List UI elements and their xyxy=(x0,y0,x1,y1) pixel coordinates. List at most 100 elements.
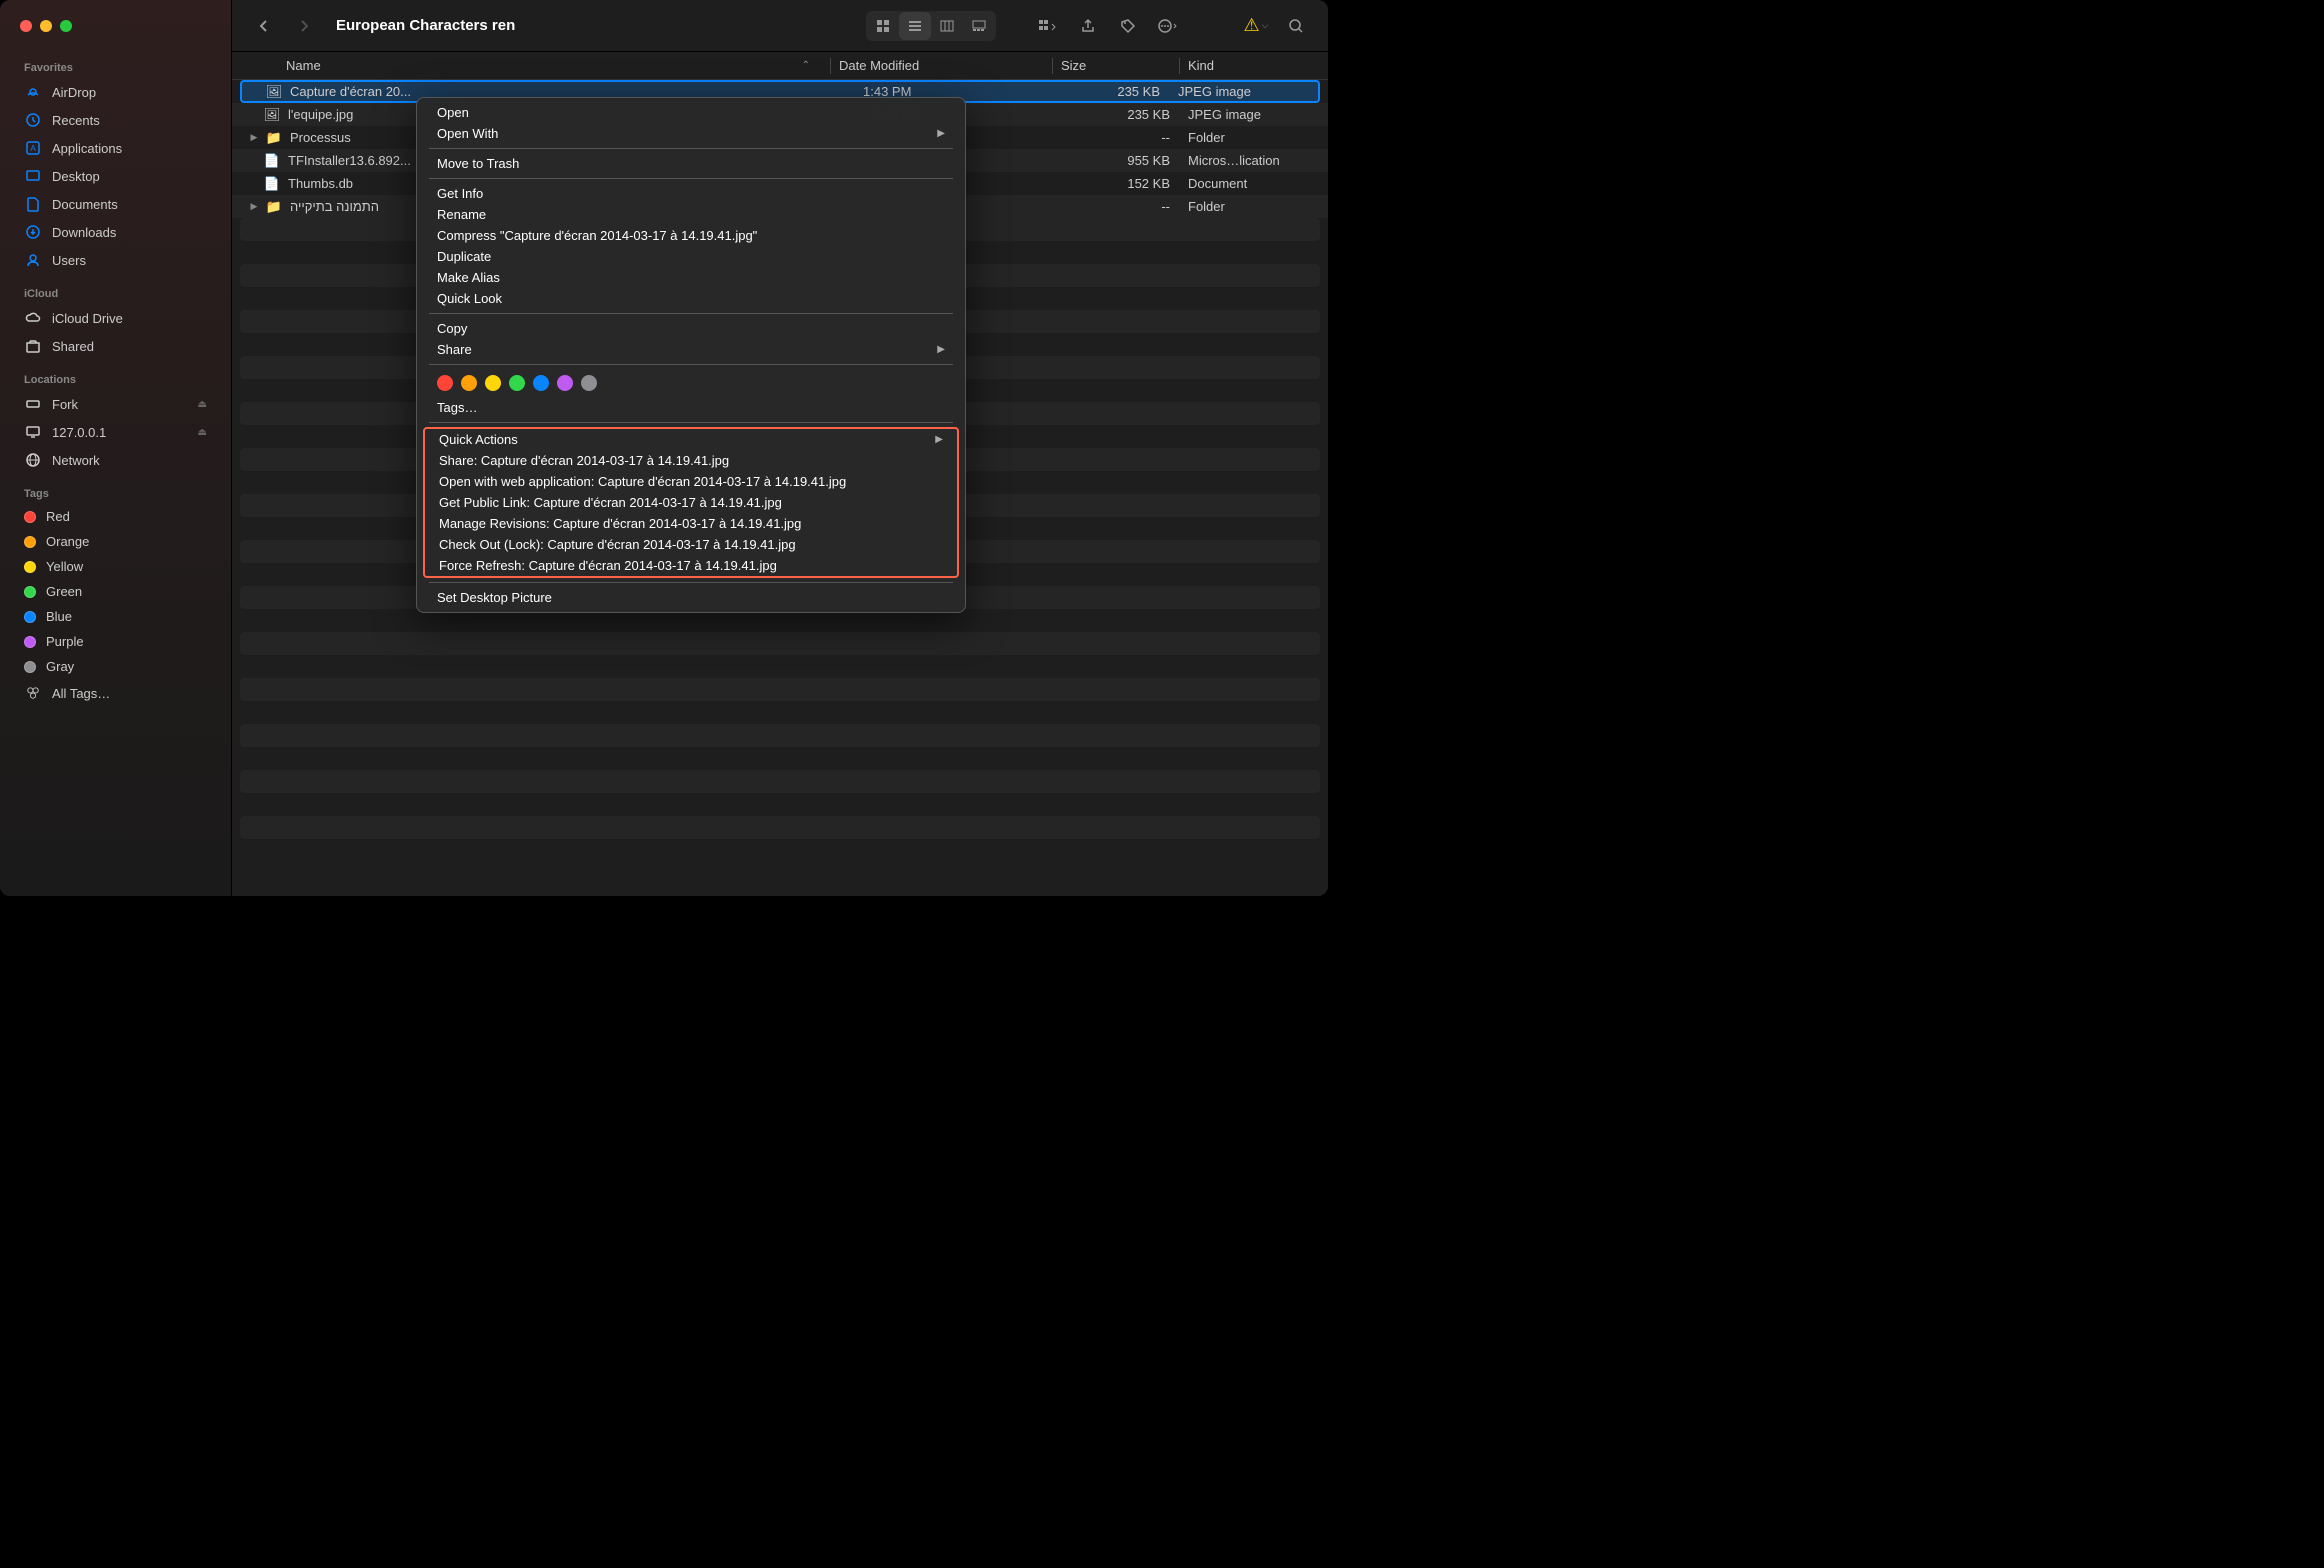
menu-quick-look[interactable]: Quick Look xyxy=(417,288,965,309)
menu-rename[interactable]: Rename xyxy=(417,204,965,225)
gallery-view-button[interactable] xyxy=(963,12,995,40)
menu-share-item[interactable]: Share: Capture d'écran 2014-03-17 à 14.1… xyxy=(425,450,957,471)
menu-set-desktop[interactable]: Set Desktop Picture xyxy=(417,587,965,608)
sidebar-item-label: Downloads xyxy=(52,225,116,240)
sidebar-item-label: All Tags… xyxy=(52,686,110,701)
sidebar-tag-yellow[interactable]: Yellow xyxy=(12,554,219,579)
sidebar-item-label: AirDrop xyxy=(52,85,96,100)
menu-open[interactable]: Open xyxy=(417,102,965,123)
file-kind: Document xyxy=(1188,176,1328,191)
tag-dot-icon xyxy=(24,511,36,523)
kind-column-header[interactable]: Kind xyxy=(1188,58,1328,73)
size-column-header[interactable]: Size xyxy=(1061,58,1171,73)
sidebar-item-label: Users xyxy=(52,253,86,268)
minimize-button[interactable] xyxy=(40,20,52,32)
menu-open-web[interactable]: Open with web application: Capture d'écr… xyxy=(425,471,957,492)
sidebar-users[interactable]: Users xyxy=(12,246,219,274)
locations-section: Locations Fork ⏏ 127.0.0.1 ⏏ Network xyxy=(0,364,231,478)
sidebar-tag-purple[interactable]: Purple xyxy=(12,629,219,654)
sidebar: Favorites AirDrop Recents A Applications… xyxy=(0,0,232,896)
disclosure-icon[interactable]: ▶ xyxy=(244,132,264,143)
file-size: 152 KB xyxy=(1078,176,1188,191)
sidebar-tag-gray[interactable]: Gray xyxy=(12,654,219,679)
tag-picker-orange[interactable] xyxy=(461,375,477,391)
menu-public-link[interactable]: Get Public Link: Capture d'écran 2014-03… xyxy=(425,492,957,513)
menu-move-trash[interactable]: Move to Trash xyxy=(417,153,965,174)
tag-dot-icon xyxy=(24,536,36,548)
file-kind: JPEG image xyxy=(1178,84,1318,99)
icon-view-button[interactable] xyxy=(867,12,899,40)
menu-separator xyxy=(429,582,953,583)
menu-compress[interactable]: Compress "Capture d'écran 2014-03-17 à 1… xyxy=(417,225,965,246)
menu-share[interactable]: Share▶ xyxy=(417,339,965,360)
sidebar-icloud-drive[interactable]: iCloud Drive xyxy=(12,304,219,332)
tag-picker-blue[interactable] xyxy=(533,375,549,391)
sidebar-downloads[interactable]: Downloads xyxy=(12,218,219,246)
sidebar-desktop[interactable]: Desktop xyxy=(12,162,219,190)
eject-icon[interactable]: ⏏ xyxy=(198,427,207,438)
sidebar-documents[interactable]: Documents xyxy=(12,190,219,218)
sidebar-recents[interactable]: Recents xyxy=(12,106,219,134)
eject-icon[interactable]: ⏏ xyxy=(198,399,207,410)
sidebar-localhost[interactable]: 127.0.0.1 ⏏ xyxy=(12,418,219,446)
menu-quick-actions[interactable]: Quick Actions▶ xyxy=(425,429,957,450)
warning-button[interactable]: ⚠⌵ xyxy=(1240,12,1272,40)
empty-row xyxy=(240,632,1320,655)
sidebar-item-label: Documents xyxy=(52,197,118,212)
action-button[interactable] xyxy=(1152,12,1184,40)
menu-get-info[interactable]: Get Info xyxy=(417,183,965,204)
tag-picker-red[interactable] xyxy=(437,375,453,391)
sidebar-airdrop[interactable]: AirDrop xyxy=(12,78,219,106)
back-button[interactable] xyxy=(248,12,280,40)
menu-tags[interactable]: Tags… xyxy=(417,397,965,418)
group-button[interactable] xyxy=(1032,12,1064,40)
sidebar-all-tags[interactable]: All Tags… xyxy=(12,679,219,707)
tag-picker-green[interactable] xyxy=(509,375,525,391)
forward-button[interactable] xyxy=(288,12,320,40)
globe-icon xyxy=(24,451,42,469)
date-column-header[interactable]: Date Modified xyxy=(839,58,1044,73)
list-view-button[interactable] xyxy=(899,12,931,40)
file-icon: 🖼 xyxy=(264,84,284,100)
tag-button[interactable] xyxy=(1112,12,1144,40)
sidebar-network[interactable]: Network xyxy=(12,446,219,474)
menu-duplicate[interactable]: Duplicate xyxy=(417,246,965,267)
empty-row xyxy=(240,724,1320,747)
tag-picker-gray[interactable] xyxy=(581,375,597,391)
sidebar-applications[interactable]: A Applications xyxy=(12,134,219,162)
sidebar-tag-red[interactable]: Red xyxy=(12,504,219,529)
file-icon: 📄 xyxy=(262,153,282,169)
tag-dot-icon xyxy=(24,561,36,573)
menu-make-alias[interactable]: Make Alias xyxy=(417,267,965,288)
menu-copy[interactable]: Copy xyxy=(417,318,965,339)
sidebar-tag-blue[interactable]: Blue xyxy=(12,604,219,629)
close-button[interactable] xyxy=(20,20,32,32)
sidebar-item-label: Orange xyxy=(46,534,89,549)
share-button[interactable] xyxy=(1072,12,1104,40)
empty-row xyxy=(240,816,1320,839)
traffic-lights xyxy=(0,0,231,52)
sidebar-shared[interactable]: Shared xyxy=(12,332,219,360)
maximize-button[interactable] xyxy=(60,20,72,32)
menu-manage-revisions[interactable]: Manage Revisions: Capture d'écran 2014-0… xyxy=(425,513,957,534)
sidebar-tag-green[interactable]: Green xyxy=(12,579,219,604)
column-view-button[interactable] xyxy=(931,12,963,40)
airdrop-icon xyxy=(24,83,42,101)
tag-picker-yellow[interactable] xyxy=(485,375,501,391)
tag-picker-purple[interactable] xyxy=(557,375,573,391)
name-column-header[interactable]: Name ⌃ xyxy=(232,58,822,73)
menu-open-with[interactable]: Open With▶ xyxy=(417,123,965,144)
menu-check-out[interactable]: Check Out (Lock): Capture d'écran 2014-0… xyxy=(425,534,957,555)
empty-row xyxy=(240,747,1320,770)
menu-separator xyxy=(429,313,953,314)
sidebar-item-label: Green xyxy=(46,584,82,599)
context-menu: Open Open With▶ Move to Trash Get Info R… xyxy=(416,97,966,613)
search-button[interactable] xyxy=(1280,12,1312,40)
sidebar-tag-orange[interactable]: Orange xyxy=(12,529,219,554)
folder-icon: 📁 xyxy=(264,130,284,146)
sidebar-fork[interactable]: Fork ⏏ xyxy=(12,390,219,418)
menu-force-refresh[interactable]: Force Refresh: Capture d'écran 2014-03-1… xyxy=(425,555,957,576)
file-size: 235 KB xyxy=(1068,84,1178,99)
sidebar-item-label: Gray xyxy=(46,659,74,674)
disclosure-icon[interactable]: ▶ xyxy=(244,201,264,212)
